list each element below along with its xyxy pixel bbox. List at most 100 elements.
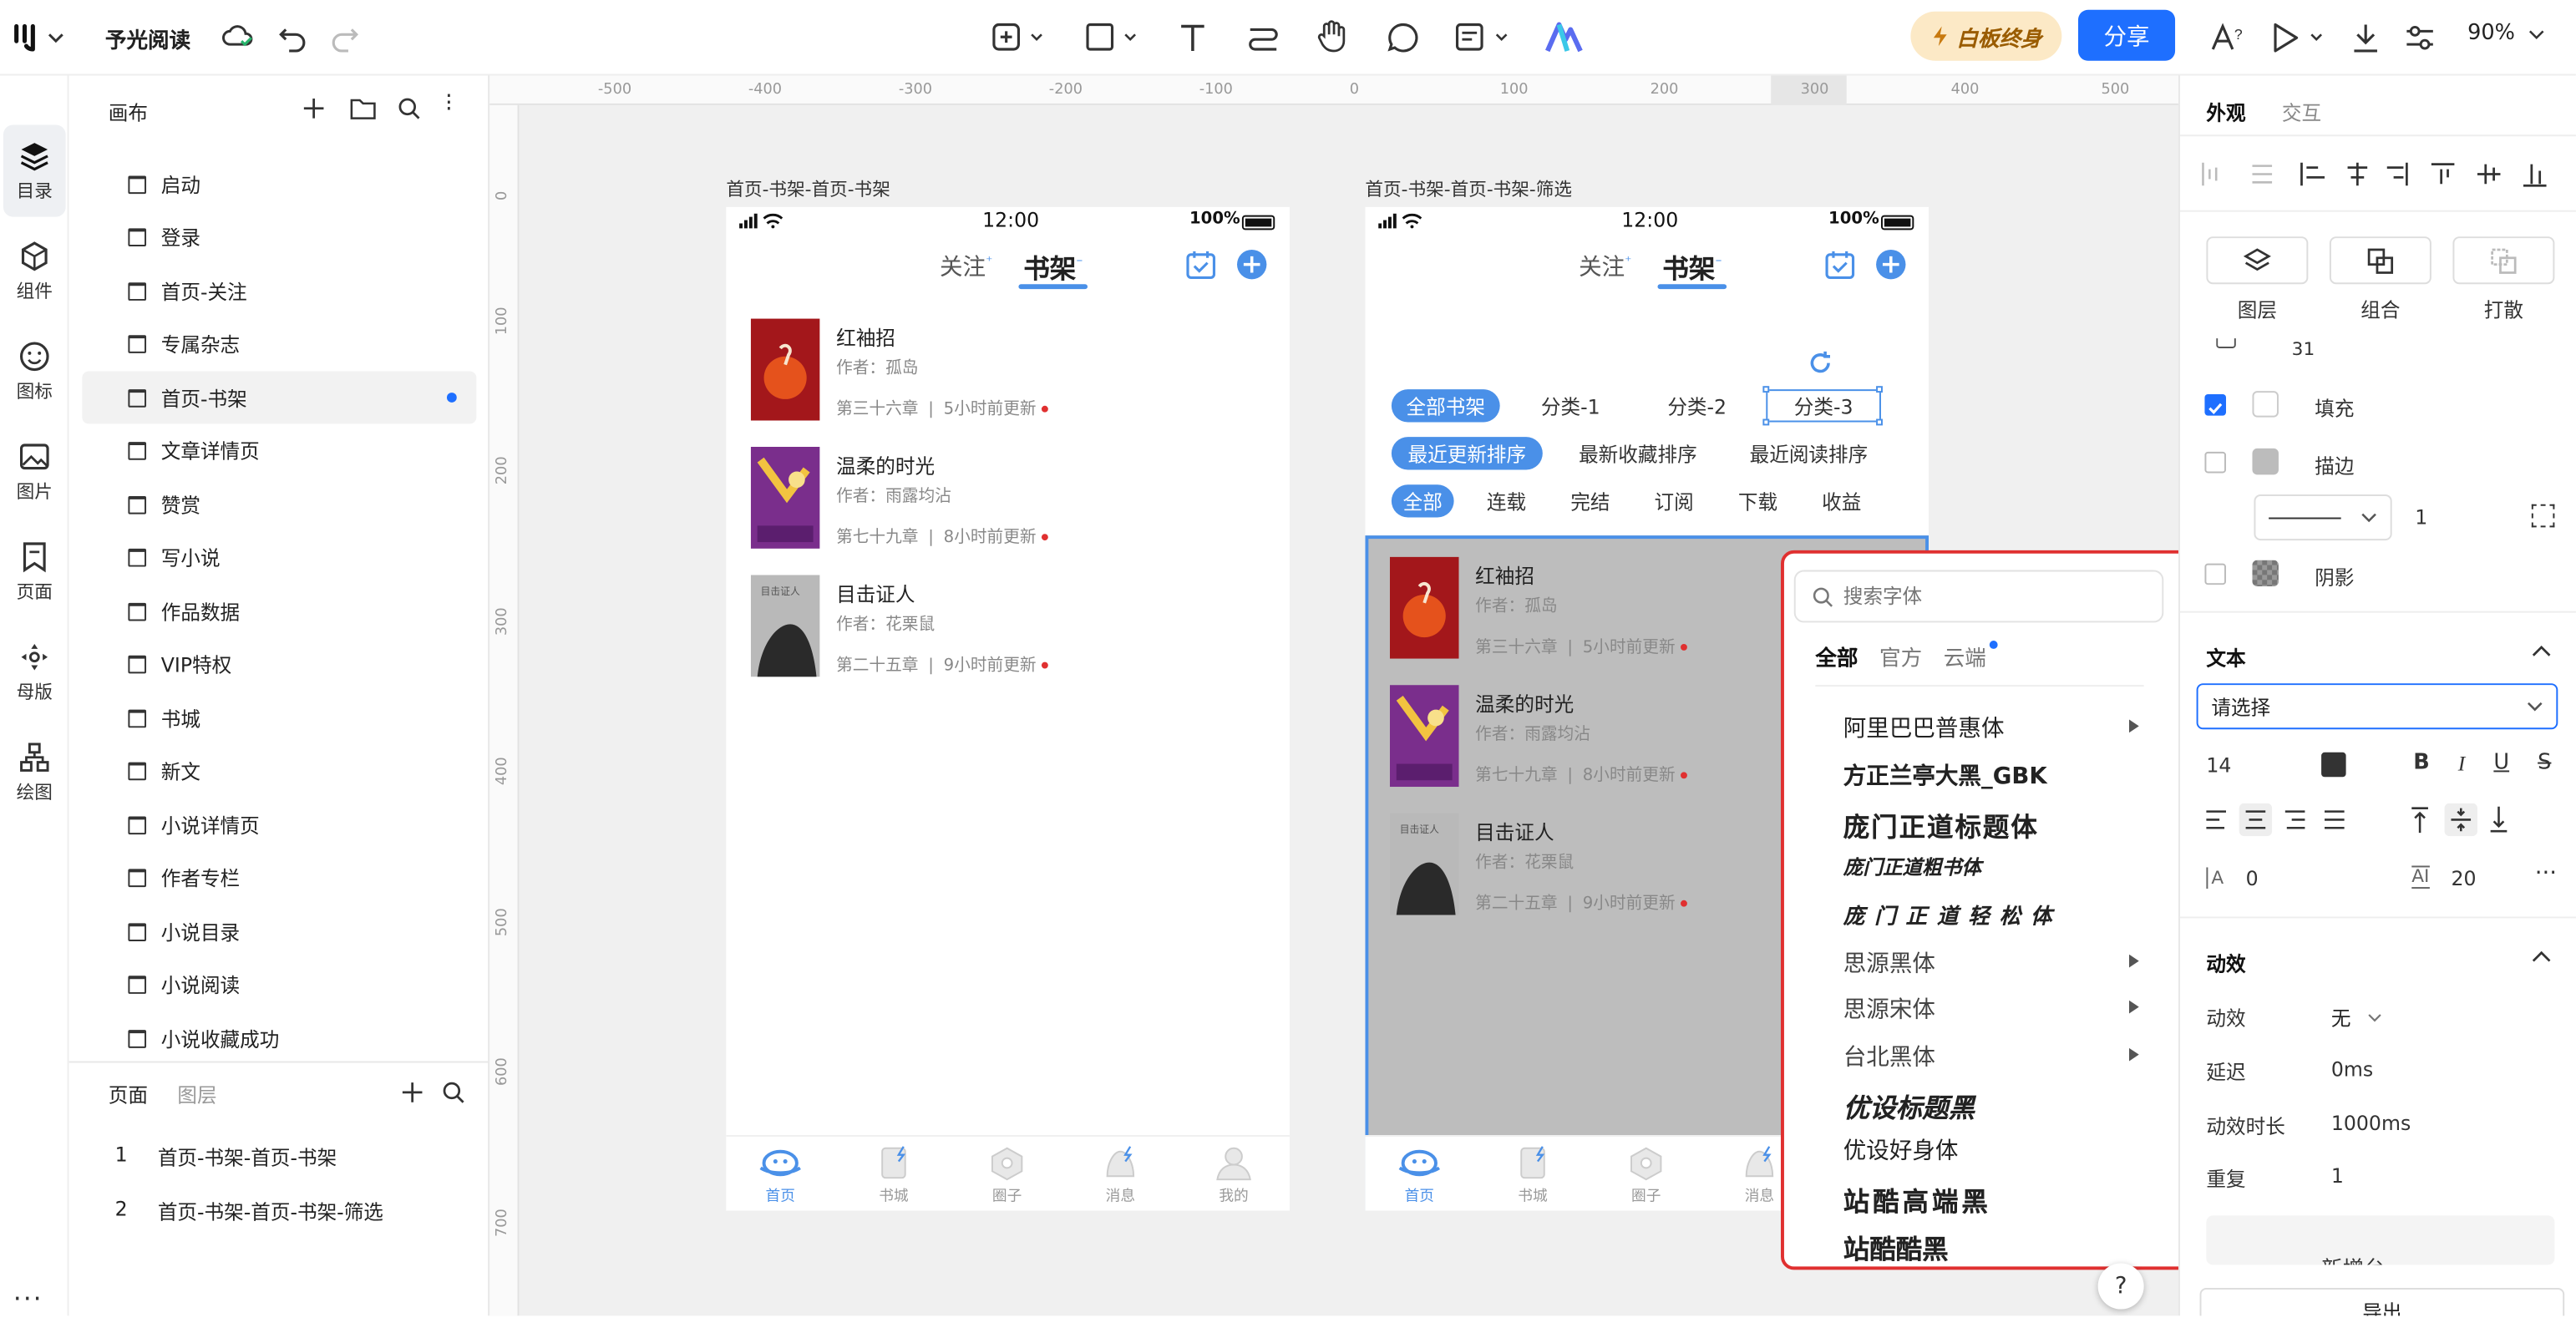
bottom-tab-0[interactable]: 首页: [1397, 1143, 1446, 1209]
rectangle-tool-icon[interactable]: [1084, 20, 1140, 56]
font-tab-cloud[interactable]: 云端: [1944, 641, 1986, 672]
font-search-input[interactable]: [1843, 585, 2139, 608]
status-chip[interactable]: 收益: [1810, 484, 1873, 517]
phone-frame-1[interactable]: 12:00 100% 关注⁺ 书架⁻ 红袖招 作者：孤岛 第三十六章 | 5小时前更…: [726, 206, 1290, 1211]
rail-draw[interactable]: 绘图: [3, 726, 66, 818]
bottom-tab-4[interactable]: 我的: [1211, 1143, 1260, 1209]
repeat-value[interactable]: 1: [2331, 1164, 2344, 1188]
font-option[interactable]: 优设好身体: [1843, 1133, 1959, 1165]
font-option[interactable]: 站酷酷黑: [1843, 1226, 1949, 1265]
action-button[interactable]: [2206, 236, 2309, 285]
add-subpage-icon[interactable]: [401, 1081, 424, 1104]
cloud-sync-icon[interactable]: [222, 22, 255, 54]
font-option[interactable]: 庞门正道标题体: [1843, 805, 2039, 844]
add-element-icon[interactable]: [991, 20, 1047, 56]
font-tab-all[interactable]: 全部: [1815, 641, 1858, 672]
tab-appearance[interactable]: 外观: [2206, 99, 2245, 126]
frame1-label[interactable]: 首页-书架-首页-书架: [726, 175, 890, 201]
delay-value[interactable]: 0ms: [2331, 1058, 2373, 1082]
underline-icon[interactable]: U: [2493, 751, 2509, 777]
bottom-tab-2[interactable]: 圈子: [1623, 1143, 1672, 1209]
settings-sliders-icon[interactable]: [2403, 20, 2436, 56]
more-icon[interactable]: ···: [13, 1283, 43, 1314]
filter-chip[interactable]: 全部书架: [1391, 389, 1500, 423]
add-interaction-box[interactable]: 新增台一: [2206, 1215, 2555, 1265]
shadow-swatch[interactable]: [2252, 560, 2279, 587]
fill-swatch[interactable]: [2252, 391, 2279, 418]
book-item[interactable]: 红袖招 作者：孤岛 第三十六章 | 5小时前更新: [750, 318, 1276, 424]
tab-follow[interactable]: 关注⁺: [940, 250, 992, 282]
rail-smile[interactable]: 图标: [3, 325, 66, 417]
action-2[interactable]: 打散: [2452, 236, 2555, 323]
text-style-toolbar[interactable]: BIUS: [2413, 751, 2551, 777]
help-button[interactable]: ?: [2097, 1263, 2144, 1310]
logo-icon[interactable]: [13, 22, 66, 54]
font-size-icon[interactable]: ?: [2209, 20, 2245, 56]
font-search-box[interactable]: [1793, 570, 2164, 623]
redo-icon[interactable]: [328, 22, 361, 54]
fill-checkbox[interactable]: [2204, 394, 2227, 416]
bottom-tab-3[interactable]: 消息: [1737, 1143, 1786, 1209]
page-item[interactable]: 登录: [128, 215, 476, 261]
ai-icon[interactable]: [1544, 20, 1584, 56]
undo-icon[interactable]: [276, 22, 308, 54]
page-item[interactable]: 小说收藏成功: [128, 1015, 476, 1061]
stroke-style-select[interactable]: [2254, 494, 2392, 541]
action-1[interactable]: 组合: [2329, 236, 2431, 323]
bottom-tab-1[interactable]: 书城: [1509, 1143, 1559, 1209]
font-option[interactable]: 阿里巴巴普惠体: [1843, 712, 2005, 744]
more-vertical-icon[interactable]: · · ·: [445, 85, 453, 121]
anim-select[interactable]: 无: [2331, 1004, 2382, 1031]
tab-shelf[interactable]: 书架⁻: [1662, 246, 1722, 286]
filter-chip[interactable]: 分类-2: [1645, 389, 1750, 422]
add-circle-icon[interactable]: [1874, 248, 1907, 281]
strikethrough-icon[interactable]: S: [2538, 751, 2551, 777]
rotate-handle-icon[interactable]: [1807, 350, 1833, 376]
page-item[interactable]: 小说阅读: [128, 962, 476, 1008]
font-option[interactable]: 方正兰亭大黑_GBK: [1843, 758, 2047, 791]
align-toolbar[interactable]: [2200, 161, 2553, 187]
play-icon[interactable]: [2269, 20, 2328, 56]
font-option[interactable]: 思源宋体: [1843, 992, 1935, 1025]
page-item[interactable]: 小说目录: [128, 909, 476, 955]
font-tab-official[interactable]: 官方: [1879, 641, 1922, 672]
action-0[interactable]: 图层: [2206, 236, 2309, 323]
search-subpage-icon[interactable]: [442, 1081, 465, 1104]
bottom-tab-0[interactable]: 首页: [758, 1143, 807, 1209]
stroke-checkbox[interactable]: [2204, 451, 2227, 474]
bold-icon[interactable]: B: [2413, 751, 2430, 777]
add-page-icon[interactable]: [302, 97, 326, 120]
bottom-tab-3[interactable]: 消息: [1098, 1143, 1147, 1209]
rail-image[interactable]: 图片: [3, 425, 66, 517]
page-item[interactable]: 小说详情页: [128, 802, 476, 848]
stroke-swatch[interactable]: [2252, 448, 2279, 475]
page-item[interactable]: 首页-关注: [128, 268, 476, 314]
page-item[interactable]: 新文: [128, 748, 476, 794]
page-item[interactable]: 书城: [128, 695, 476, 741]
calendar-icon[interactable]: [1184, 248, 1217, 281]
font-size-value[interactable]: 14: [2206, 754, 2231, 778]
page-item[interactable]: 作品数据: [128, 588, 476, 634]
rail-component[interactable]: 组件: [3, 225, 66, 317]
comment-tool-icon[interactable]: [1385, 20, 1421, 56]
status-chip[interactable]: 订阅: [1643, 484, 1706, 517]
rail-page[interactable]: 页面: [3, 525, 66, 617]
folder-icon[interactable]: [350, 97, 376, 120]
rail-layers[interactable]: 目录: [3, 124, 66, 217]
chevron-right-icon[interactable]: [2128, 719, 2139, 733]
bottom-tab-1[interactable]: 书城: [870, 1143, 920, 1209]
sort-chip[interactable]: 最近更新排序: [1391, 437, 1543, 470]
filter-chip[interactable]: 分类-3: [1766, 389, 1881, 423]
calendar-icon[interactable]: [1823, 248, 1856, 281]
shadow-checkbox[interactable]: [2204, 563, 2227, 585]
chevron-right-icon[interactable]: [2128, 1047, 2139, 1061]
subpage-item[interactable]: 1 首页-书架-首页-书架: [115, 1143, 460, 1171]
page-item[interactable]: 专属杂志: [128, 322, 476, 367]
more-options-icon[interactable]: ···: [2535, 861, 2557, 887]
search-icon[interactable]: [398, 97, 421, 120]
font-option[interactable]: 思源黑体: [1843, 945, 1935, 978]
action-button[interactable]: [2329, 236, 2431, 285]
status-chip[interactable]: 连载: [1475, 484, 1538, 517]
page-item[interactable]: 首页-书架: [128, 374, 476, 420]
font-option[interactable]: 庞门正道轻松体: [1843, 899, 2062, 930]
